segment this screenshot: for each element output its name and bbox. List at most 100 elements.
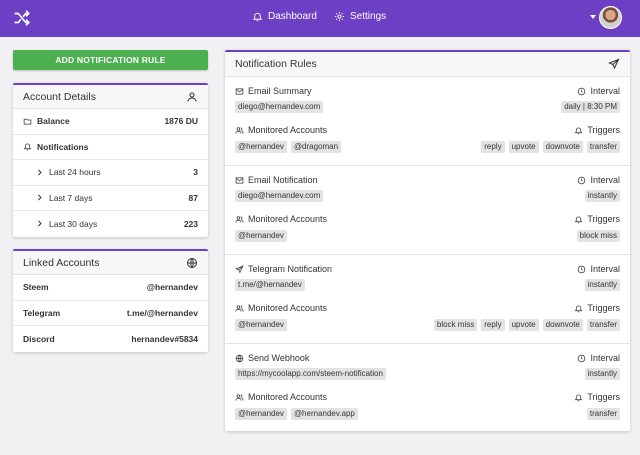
monitored-accounts-chips: @hernandev @dragoman [235, 141, 342, 153]
nav-settings[interactable]: Settings [334, 11, 386, 22]
triggers-chips: block miss reply upvote downvote transfer [433, 319, 620, 331]
notifications-label: Notifications [37, 141, 89, 152]
balance-row: Balance 1876 DU [13, 109, 208, 135]
trigger-chip: block miss [576, 230, 620, 242]
balance-value: 1876 DU [164, 116, 198, 127]
clock-icon [578, 176, 586, 184]
notifications-row: Notifications [13, 135, 208, 160]
period-row-7d[interactable]: Last 7 days 87 [13, 186, 208, 211]
account-chip: @hernandev [235, 141, 287, 153]
linked-row-discord[interactable]: Discord hernandev#5834 [13, 326, 208, 352]
linked-accounts-title: Linked Accounts [23, 256, 100, 269]
top-app-bar: Dashboard Settings [0, 0, 640, 37]
balance-label: Balance [37, 116, 70, 127]
rule-target: t.me/@hernandev [235, 279, 305, 291]
trigger-chip: transfer [586, 319, 620, 331]
linked-row-steem[interactable]: Steem @hernandev [13, 275, 208, 301]
linked-label: Telegram [23, 307, 61, 318]
notification-rule[interactable]: Email Summary Interval diego@hernandev.c… [225, 77, 630, 166]
bell-icon [23, 143, 32, 151]
chevron-right-icon [38, 194, 42, 201]
interval-label: Interval [590, 353, 620, 363]
users-icon [235, 126, 244, 134]
account-chip: @hernandev [235, 408, 287, 420]
notification-rule[interactable]: Send Webhook Interval https://mycoolapp.… [225, 344, 630, 433]
triggers-label: Triggers [587, 214, 620, 224]
period-value: 223 [183, 218, 198, 229]
rule-target: https://mycoolapp.com/steem-notification [235, 368, 386, 380]
linked-accounts-header: Linked Accounts [13, 251, 208, 275]
linked-label: Steem [23, 282, 49, 293]
clock-icon [578, 265, 586, 273]
period-label: Last 24 hours [49, 167, 101, 178]
period-row-30d[interactable]: Last 30 days 223 [13, 211, 208, 237]
account-chip: @hernandev [235, 230, 287, 242]
users-icon [235, 215, 244, 223]
trigger-chip: upvote [508, 141, 539, 153]
monitored-accounts-chips: @hernandev [235, 230, 287, 242]
clock-icon [578, 354, 586, 362]
period-label: Last 30 days [49, 218, 98, 229]
interval-label: Interval [590, 175, 620, 185]
notification-rule[interactable]: Email Notification Interval diego@hernan… [225, 166, 630, 255]
trigger-chip: downvote [542, 319, 583, 331]
rule-interval: instantly [584, 190, 620, 202]
account-chip: @hernandev.app [290, 408, 358, 420]
triggers-label: Triggers [587, 125, 620, 135]
period-value: 87 [188, 192, 198, 203]
rule-type: Email Summary [248, 86, 312, 96]
mail-icon [235, 177, 244, 183]
folder-icon [23, 118, 32, 125]
user-icon [187, 92, 197, 102]
clock-icon [578, 87, 586, 95]
account-chip: @hernandev [235, 319, 287, 331]
triggers-label: Triggers [587, 303, 620, 313]
bell-icon [574, 305, 583, 312]
linked-label: Discord [23, 333, 55, 344]
send-icon [608, 58, 620, 70]
add-notification-rule-button[interactable]: ADD NOTIFICATION RULE [13, 50, 208, 70]
linked-row-telegram[interactable]: Telegram t.me/@hernandev [13, 301, 208, 326]
trigger-chip: reply [481, 141, 505, 153]
mail-icon [235, 88, 244, 94]
account-details-card: Account Details Balance 1876 DU Notifica… [13, 83, 208, 237]
account-details-title: Account Details [23, 90, 96, 103]
trigger-chip: reply [481, 319, 505, 331]
rules-list: Email Summary Interval diego@hernandev.c… [225, 77, 630, 433]
shuffle-icon[interactable] [12, 9, 32, 27]
users-icon [235, 393, 244, 401]
gear-icon [334, 11, 345, 22]
account-details-header: Account Details [13, 85, 208, 109]
rule-type: Email Notification [248, 175, 318, 185]
linked-value: hernandev#5834 [131, 333, 198, 344]
trigger-chip: transfer [586, 141, 620, 153]
triggers-chips: reply upvote downvote transfer [481, 141, 620, 153]
monitored-accounts-label: Monitored Accounts [248, 303, 328, 313]
send-icon [235, 264, 244, 273]
rule-interval: instantly [584, 279, 620, 291]
bell-icon [252, 12, 263, 22]
trigger-chip: block miss [433, 319, 478, 331]
monitored-accounts-label: Monitored Accounts [248, 392, 328, 402]
trigger-chip: transfer [586, 408, 620, 420]
notification-rules-card: Notification Rules Email Summary Interva… [225, 50, 630, 431]
chevron-right-icon [38, 220, 42, 227]
linked-accounts-card: Linked Accounts Steem @hernandev Telegra… [13, 249, 208, 352]
rule-type: Send Webhook [248, 353, 310, 363]
nav-dashboard-label: Dashboard [268, 11, 317, 22]
notification-rule[interactable]: Telegram Notification Interval t.me/@her… [225, 255, 630, 344]
rule-interval: instantly [584, 368, 620, 380]
triggers-label: Triggers [587, 392, 620, 402]
monitored-accounts-label: Monitored Accounts [248, 214, 328, 224]
trigger-chip: upvote [508, 319, 539, 331]
user-menu-caret[interactable] [590, 15, 596, 19]
notification-rules-header: Notification Rules [225, 52, 630, 77]
nav-dashboard[interactable]: Dashboard [252, 11, 317, 22]
linked-value: @hernandev [146, 282, 198, 293]
period-row-24h[interactable]: Last 24 hours 3 [13, 160, 208, 186]
rule-target: diego@hernandev.com [235, 101, 324, 113]
bell-icon [574, 216, 583, 223]
avatar[interactable] [599, 6, 622, 29]
monitored-accounts-chips: @hernandev @hernandev.app [235, 408, 358, 420]
notification-rules-title: Notification Rules [235, 58, 317, 70]
